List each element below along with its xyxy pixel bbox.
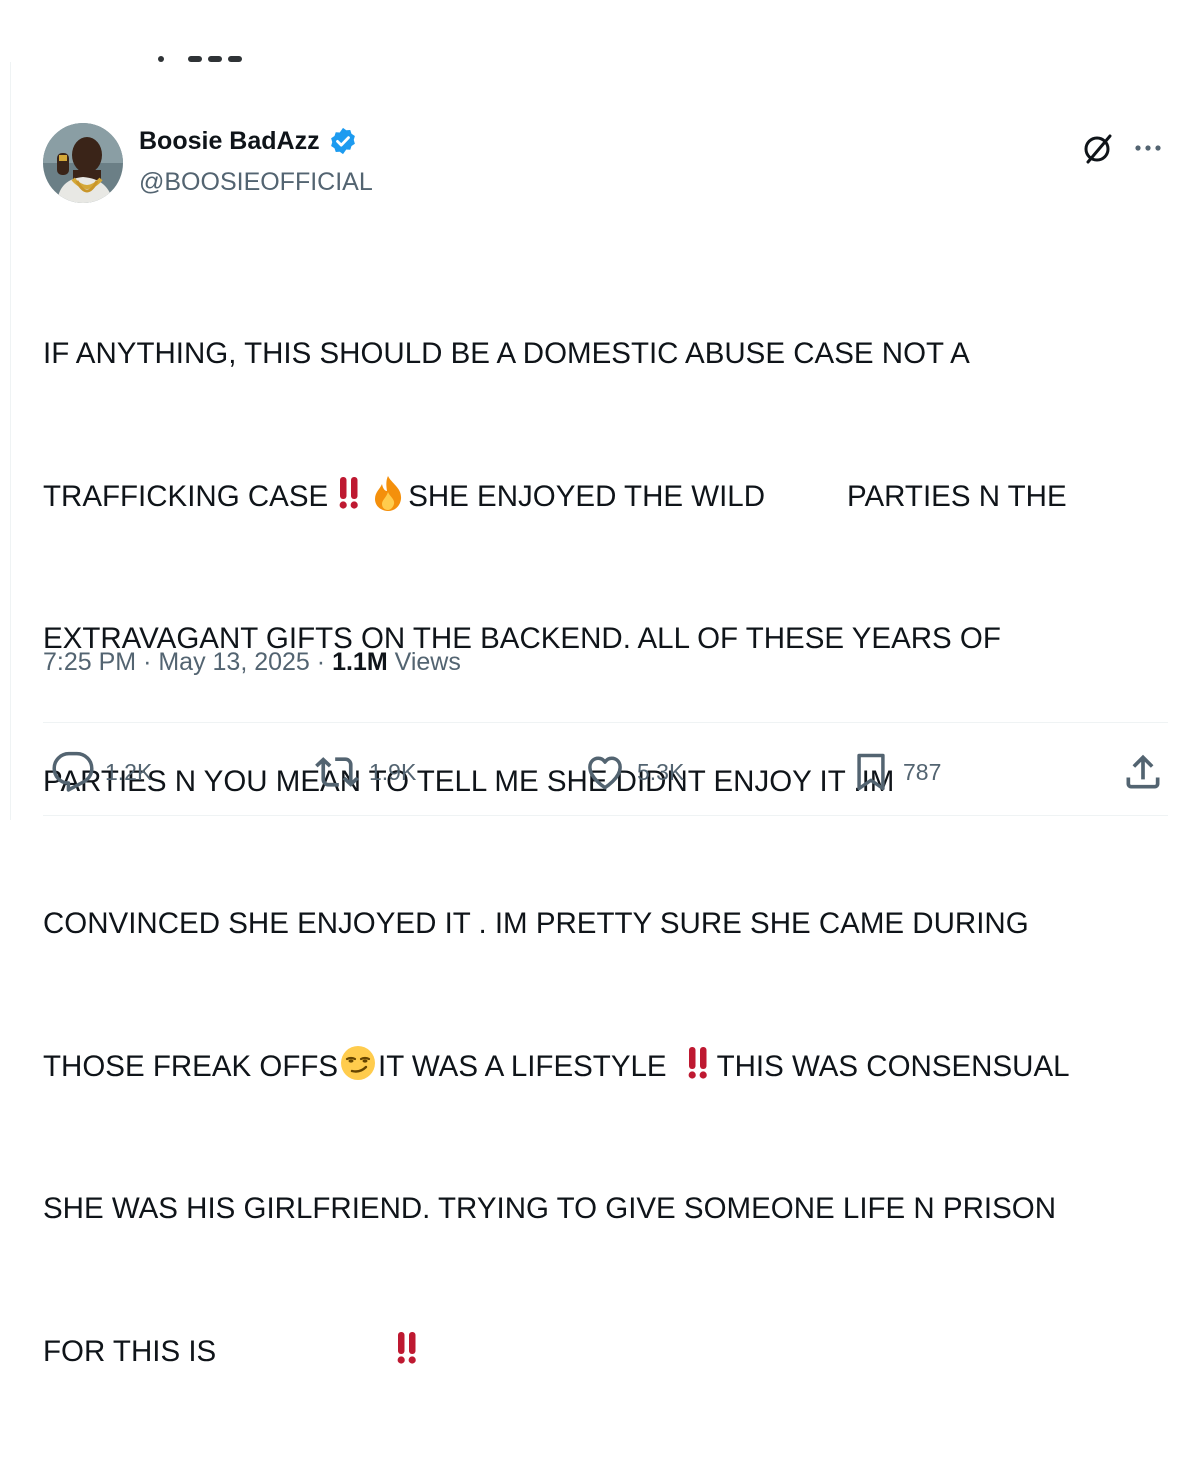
post-metadata: 7:25 PM · May 13, 2025 · 1.1M Views	[43, 648, 461, 677]
post-line: CONVINCED SHE ENJOYED IT . IM PRETTY SUR…	[43, 900, 1168, 948]
reply-button[interactable]: 1.2K	[51, 750, 152, 794]
post-line: THOSE FREAK OFFS IT WAS A LIFESTYLE THIS W…	[43, 1043, 1168, 1091]
cropped-previous-post-fragment	[150, 50, 250, 64]
bookmark-button[interactable]: 787	[849, 750, 941, 794]
repost-button[interactable]: 1.9K	[315, 750, 416, 794]
post-line: IF ANYTHING, THIS SHOULD BE A DOMESTIC A…	[43, 330, 1168, 378]
post-text-segment: SHE WAS HIS GIRLFRIEND. TRYING TO GIVE S…	[43, 1192, 1057, 1225]
divider	[43, 722, 1168, 723]
like-button[interactable]: 5.3K	[583, 750, 684, 794]
post-text-segment: IT WAS A LIFESTYLE	[378, 1049, 667, 1083]
grok-icon[interactable]	[1080, 130, 1116, 166]
verified-badge-icon	[328, 126, 358, 156]
action-bar: 1.2K 1.9K 5.3K 787	[43, 740, 1168, 800]
screenshot-frame: Boosie BadAzz @BOOSIEOFFICIAL IF ANYTHIN…	[0, 0, 1200, 1368]
reply-count: 1.2K	[105, 758, 153, 785]
double-exclamation-icon	[328, 474, 368, 512]
post-text-segment: IF ANYTHING, THIS SHOULD BE A DOMESTIC A…	[43, 337, 970, 370]
views-label: Views	[394, 648, 461, 676]
double-exclamation-icon	[386, 1329, 426, 1367]
display-name[interactable]: Boosie BadAzz	[139, 127, 320, 156]
bookmark-count: 787	[903, 758, 942, 785]
post-text-segment: TRAFFICKING CASE	[43, 479, 329, 513]
timeline-border	[10, 62, 11, 820]
views-count: 1.1M	[332, 648, 388, 676]
post-text: IF ANYTHING, THIS SHOULD BE A DOMESTIC A…	[43, 235, 1168, 1470]
post-card: Boosie BadAzz @BOOSIEOFFICIAL IF ANYTHIN…	[43, 118, 1168, 1368]
post-time[interactable]: 7:25 PM	[43, 648, 136, 676]
post-text-segment: SHE ENJOYED THE WILD	[408, 479, 765, 513]
repost-icon	[315, 757, 359, 787]
meta-separator: ·	[143, 648, 152, 676]
smirk-face-icon	[338, 1044, 378, 1082]
user-handle[interactable]: @BOOSIEOFFICIAL	[139, 168, 373, 197]
post-line: SHE WAS HIS GIRLFRIEND. TRYING TO GIVE S…	[43, 1185, 1168, 1233]
repost-count: 1.9K	[369, 758, 417, 785]
share-icon	[1126, 754, 1160, 789]
post-date[interactable]: May 13, 2025	[158, 648, 310, 676]
post-line: FOR THIS IS	[43, 1328, 1168, 1376]
post-text-segment: THIS WAS CONSENSUAL	[716, 1049, 1070, 1083]
post-text-segment: THOSE FREAK OFFS	[43, 1049, 339, 1083]
post-text-segment: FOR THIS IS	[43, 1334, 217, 1368]
double-exclamation-icon	[677, 1044, 717, 1082]
post-header: Boosie BadAzz @BOOSIEOFFICIAL	[43, 118, 1168, 208]
post-text-segment: CONVINCED SHE ENJOYED IT . IM PRETTY SUR…	[43, 907, 1029, 940]
bookmark-icon	[857, 753, 885, 791]
reply-icon	[52, 751, 94, 792]
like-count: 5.3K	[637, 758, 685, 785]
avatar[interactable]	[43, 123, 123, 203]
heart-icon	[588, 756, 622, 790]
post-text-segment: PARTIES N THE	[847, 479, 1067, 513]
meta-separator: ·	[316, 648, 326, 676]
post-line: TRAFFICKING CASE SHE ENJOYED THE WILD PART…	[43, 473, 1168, 521]
fire-icon	[368, 474, 408, 512]
name-row: Boosie BadAzz	[139, 126, 358, 156]
share-button[interactable]	[1121, 750, 1165, 794]
divider	[43, 815, 1168, 816]
more-options-icon[interactable]	[1130, 130, 1166, 166]
